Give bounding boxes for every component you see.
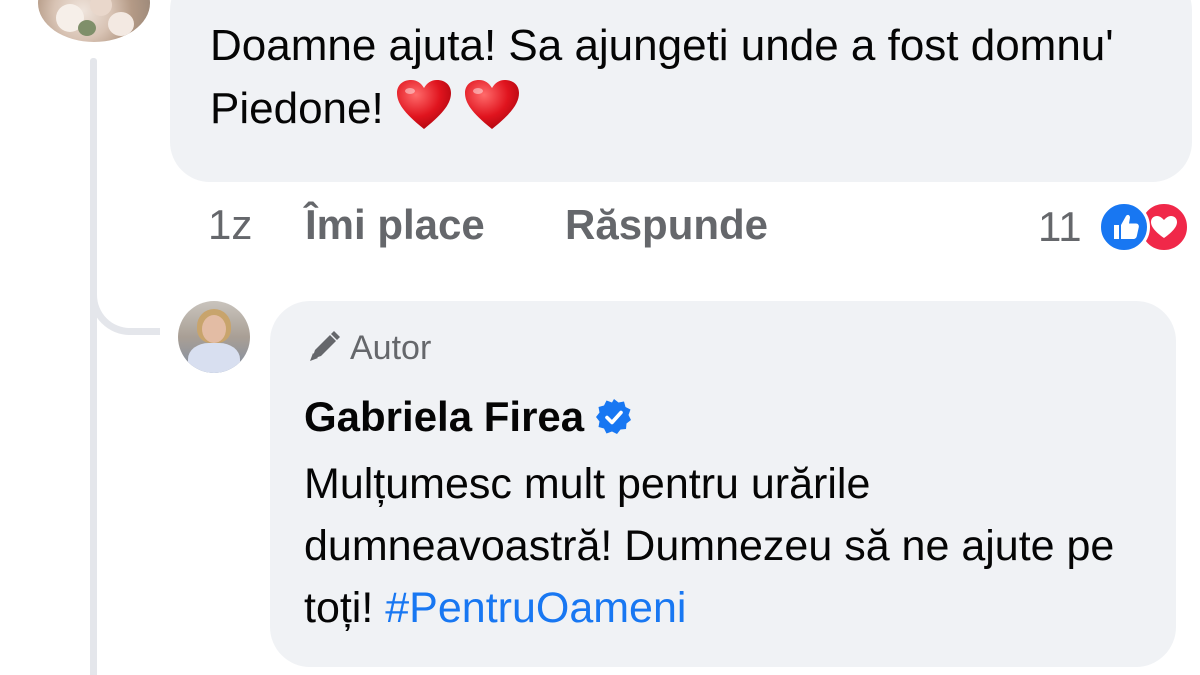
heart-emoji-icon (464, 79, 520, 131)
reply-button[interactable]: Răspunde (565, 198, 768, 252)
avatar-flower-decoration (108, 12, 134, 36)
like-reaction-icon (1098, 201, 1150, 253)
reply-text-block: Mulțumesc mult pentru urările dumneavoas… (304, 453, 1164, 639)
avatar-flower-decoration (90, 0, 112, 16)
reply-bubble: Autor Gabriela Firea Mulțumesc mult pent… (270, 301, 1176, 667)
reaction-count: 11 (1038, 203, 1082, 250)
commenter-avatar[interactable] (38, 0, 150, 42)
thread-connector-line (90, 58, 97, 675)
heart-emoji-icon (396, 79, 452, 131)
author-name[interactable]: Gabriela Firea (304, 393, 584, 440)
comment-text-block: Doamne ajuta! Sa ajungeti unde a fost do… (210, 14, 1190, 140)
author-badge: Autor (304, 323, 431, 373)
verified-badge-icon (594, 395, 634, 435)
pencil-icon (304, 327, 344, 367)
comment-text: Doamne ajuta! Sa ajungeti unde a fost do… (210, 21, 1114, 133)
avatar-leaf-decoration (78, 20, 96, 36)
author-name-row: Gabriela Firea (304, 389, 634, 445)
comment-thread: Doamne ajuta! Sa ajungeti unde a fost do… (0, 0, 1200, 675)
hashtag-link[interactable]: #PentruOameni (385, 584, 686, 632)
author-badge-label: Autor (350, 329, 432, 367)
avatar-face (202, 315, 226, 343)
comment-bubble: Doamne ajuta! Sa ajungeti unde a fost do… (170, 0, 1192, 182)
author-avatar[interactable] (178, 301, 250, 373)
thread-connector-curve (90, 240, 160, 335)
comment-timestamp[interactable]: 1z (208, 198, 252, 252)
avatar-body (188, 343, 240, 373)
like-button[interactable]: Îmi place (305, 198, 485, 252)
